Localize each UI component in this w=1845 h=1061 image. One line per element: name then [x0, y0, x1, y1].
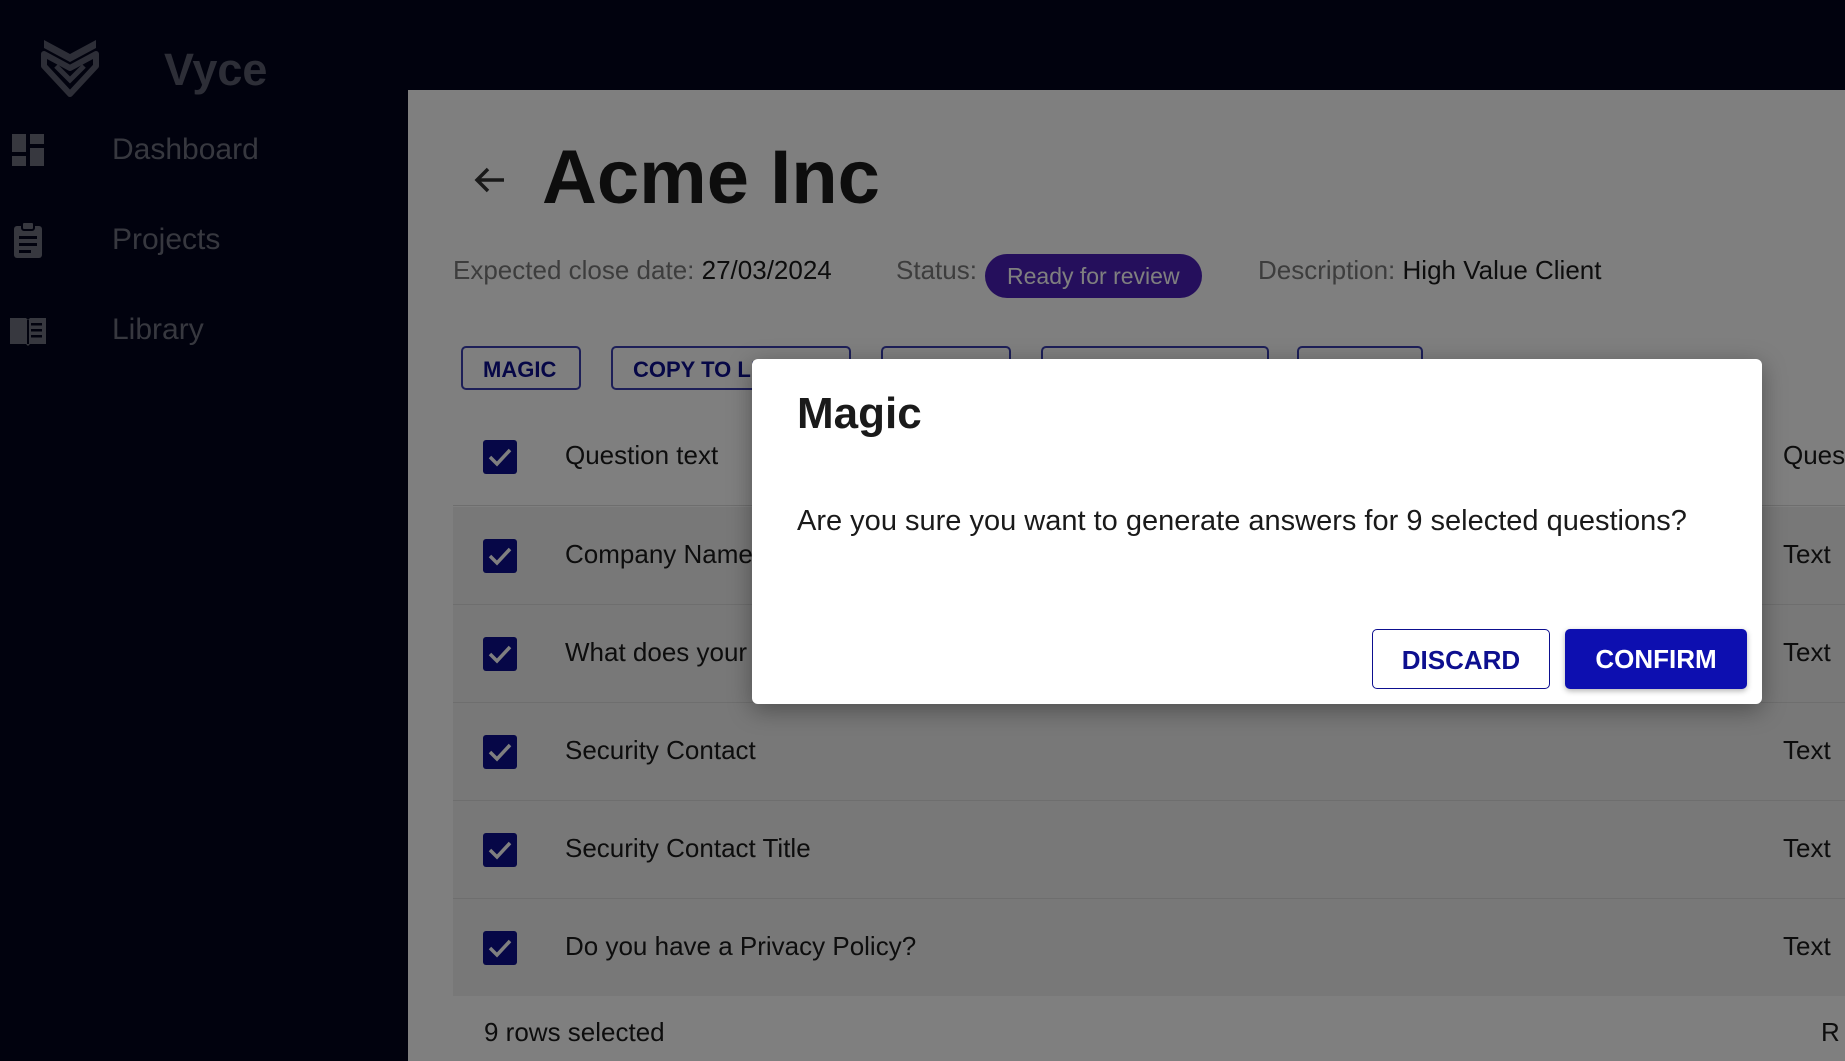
confirm-button[interactable]: CONFIRM	[1565, 629, 1747, 689]
dialog-message: Are you sure you want to generate answer…	[797, 505, 1687, 537]
magic-dialog: Magic Are you sure you want to generate …	[752, 359, 1762, 704]
dialog-title: Magic	[797, 389, 922, 438]
discard-button[interactable]: DISCARD	[1372, 629, 1550, 689]
